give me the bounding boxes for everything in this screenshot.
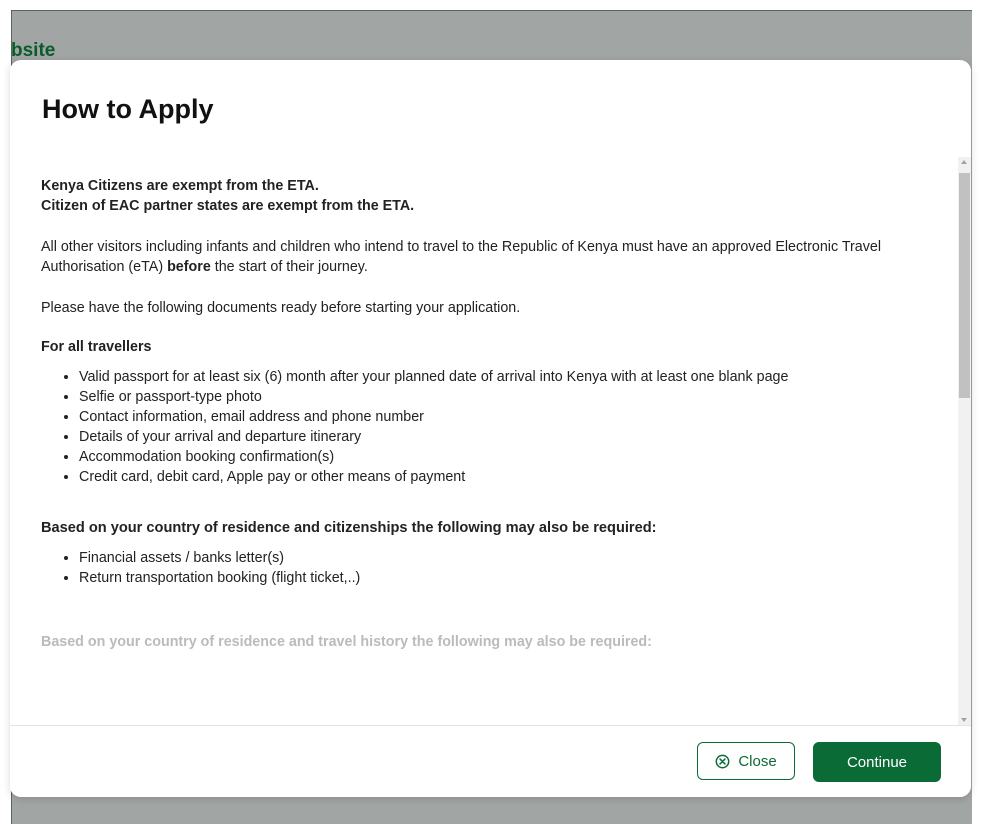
how-to-apply-dialog: How to Apply Kenya Citizens are exempt f…	[10, 60, 971, 797]
list-item: Financial assets / banks letter(s)	[79, 548, 918, 568]
list-item: Details of your arrival and departure it…	[79, 427, 918, 447]
residence-citizenship-list: Financial assets / banks letter(s) Retur…	[41, 548, 918, 588]
prepare-documents-text: Please have the following documents read…	[41, 300, 521, 316]
close-button[interactable]: Close	[697, 742, 795, 780]
close-button-label: Close	[738, 752, 777, 770]
background-site-title: bsite	[11, 40, 56, 61]
residence-citizenship-heading: Based on your country of residence and c…	[41, 520, 657, 536]
scroll-fade-overlay	[10, 687, 958, 725]
list-item: Return transportation booking (flight ti…	[79, 568, 918, 588]
exempt-kenya-citizens: Kenya Citizens are exempt from the ETA.	[41, 178, 319, 194]
scrollbar-thumb[interactable]	[959, 173, 970, 398]
scroll-up-arrow-icon[interactable]	[961, 160, 967, 164]
continue-button[interactable]: Continue	[813, 742, 941, 782]
all-travellers-list: Valid passport for at least six (6) mont…	[41, 367, 918, 487]
intro-paragraph: All other visitors including infants and…	[41, 237, 918, 277]
intro-text-end: the start of their journey.	[210, 259, 368, 275]
all-travellers-heading: For all travellers	[41, 339, 152, 355]
exempt-eac-citizens: Citizen of EAC partner states are exempt…	[41, 198, 415, 214]
list-item: Valid passport for at least six (6) mont…	[79, 367, 918, 387]
list-item: Accommodation booking confirmation(s)	[79, 447, 918, 467]
intro-emphasis: before	[167, 259, 211, 275]
circle-x-icon	[715, 754, 730, 768]
list-item: Contact information, email address and p…	[79, 407, 918, 427]
dialog-title: How to Apply	[42, 94, 214, 124]
list-item: Selfie or passport-type photo	[79, 387, 918, 407]
scroll-down-arrow-icon[interactable]	[961, 718, 967, 722]
dialog-body[interactable]: Kenya Citizens are exempt from the ETA. …	[10, 157, 958, 725]
list-item: Credit card, debit card, Apple pay or ot…	[79, 467, 918, 487]
dialog-footer: Close Continue	[10, 725, 971, 797]
travel-history-heading: Based on your country of residence and t…	[41, 634, 652, 650]
dialog-scrollbar[interactable]	[958, 157, 971, 725]
